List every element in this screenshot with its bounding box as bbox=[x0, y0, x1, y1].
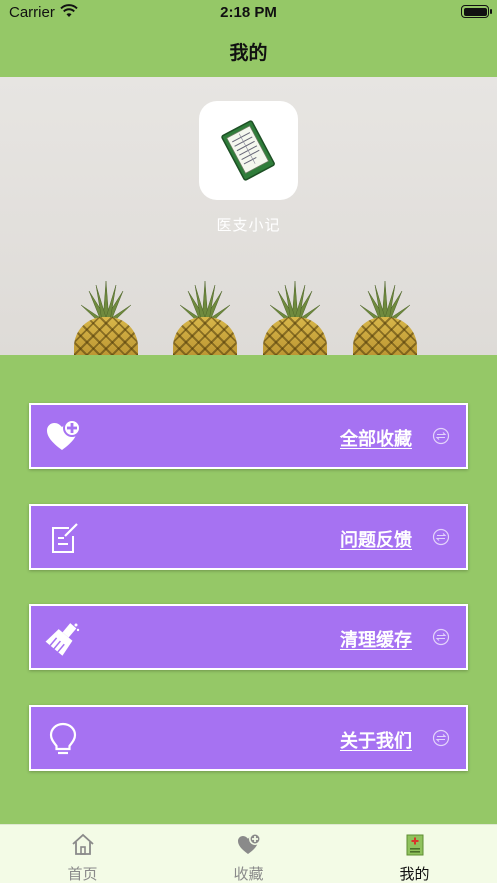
status-bar: Carrier 2:18 PM bbox=[0, 0, 497, 26]
menu-item-feedback[interactable]: 问题反馈 bbox=[29, 504, 468, 570]
menu-item-favorites[interactable]: 全部收藏 bbox=[29, 403, 468, 469]
pineapple-image bbox=[260, 281, 330, 355]
home-icon bbox=[72, 833, 94, 855]
tab-home[interactable]: 首页 bbox=[0, 825, 165, 883]
menu-item-label: 关于我们 bbox=[340, 731, 412, 752]
app-name: 医支小记 bbox=[216, 216, 281, 234]
broom-icon bbox=[45, 623, 80, 656]
heart-plus-icon bbox=[47, 419, 81, 450]
lightbulb-icon bbox=[49, 722, 77, 755]
medical-kit-icon bbox=[406, 834, 424, 856]
menu-item-label: 问题反馈 bbox=[340, 530, 412, 551]
menu-area: 全部收藏 问题反馈 清理缓存 关于我们 bbox=[0, 355, 497, 824]
navigation-bar: 我的 bbox=[0, 26, 497, 77]
menu-item-label: 全部收藏 bbox=[340, 429, 412, 450]
tab-mine[interactable]: 我的 bbox=[332, 825, 497, 883]
tab-label: 首页 bbox=[67, 865, 98, 883]
profile-header: 医支小记 bbox=[0, 77, 497, 355]
tab-bar: 首页 收藏 我的 bbox=[0, 824, 497, 883]
clock-time: 2:18 PM bbox=[220, 4, 277, 21]
arrow-circle-icon bbox=[432, 628, 450, 646]
tab-label: 我的 bbox=[399, 865, 430, 883]
menu-item-clear-cache[interactable]: 清理缓存 bbox=[29, 604, 468, 670]
heart-plus-icon bbox=[238, 833, 261, 854]
clipboard-document-icon bbox=[221, 120, 275, 181]
edit-note-icon bbox=[52, 523, 78, 553]
pineapple-image bbox=[350, 281, 420, 355]
pineapple-image bbox=[71, 281, 141, 355]
menu-item-label: 清理缓存 bbox=[340, 630, 412, 651]
pineapple-image bbox=[170, 281, 240, 355]
arrow-circle-icon bbox=[432, 528, 450, 546]
tab-favorites[interactable]: 收藏 bbox=[166, 825, 331, 883]
page-title: 我的 bbox=[229, 42, 268, 64]
app-logo bbox=[199, 101, 298, 200]
tab-label: 收藏 bbox=[233, 865, 264, 883]
arrow-circle-icon bbox=[432, 427, 450, 445]
battery-icon bbox=[461, 5, 492, 18]
arrow-circle-icon bbox=[432, 729, 450, 747]
menu-item-about-us[interactable]: 关于我们 bbox=[29, 705, 468, 771]
